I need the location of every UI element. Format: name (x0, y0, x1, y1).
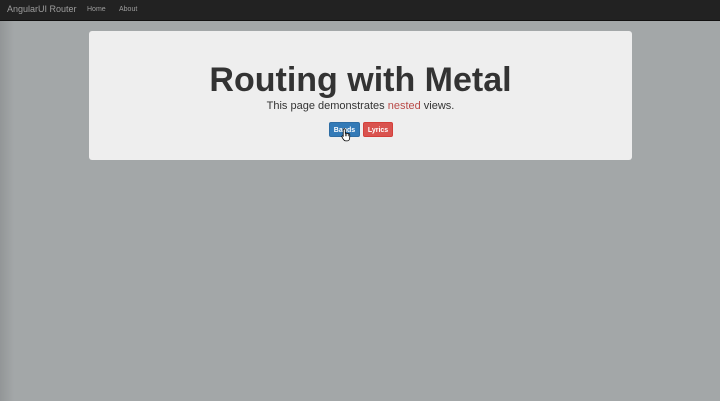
page-edge-shadow (0, 21, 14, 401)
nav-link-home[interactable]: Home (87, 5, 106, 14)
button-group: Bands Lyrics (89, 122, 632, 138)
jumbotron: Routing with Metal This page demonstrate… (89, 31, 632, 160)
top-navbar: AngularUI Router Home About (0, 0, 720, 21)
page-subtitle: This page demonstrates nested views. (89, 99, 632, 113)
navbar-brand[interactable]: AngularUI Router (7, 4, 77, 15)
subtitle-highlight: nested (387, 100, 421, 112)
lyrics-button[interactable]: Lyrics (363, 122, 393, 137)
hand-pointer-icon (341, 128, 351, 142)
subtitle-text-after: views. (420, 100, 455, 112)
nav-link-about[interactable]: About (119, 5, 137, 14)
page-title: Routing with Metal (209, 61, 512, 99)
subtitle-text-before: This page demonstrates (266, 100, 388, 112)
